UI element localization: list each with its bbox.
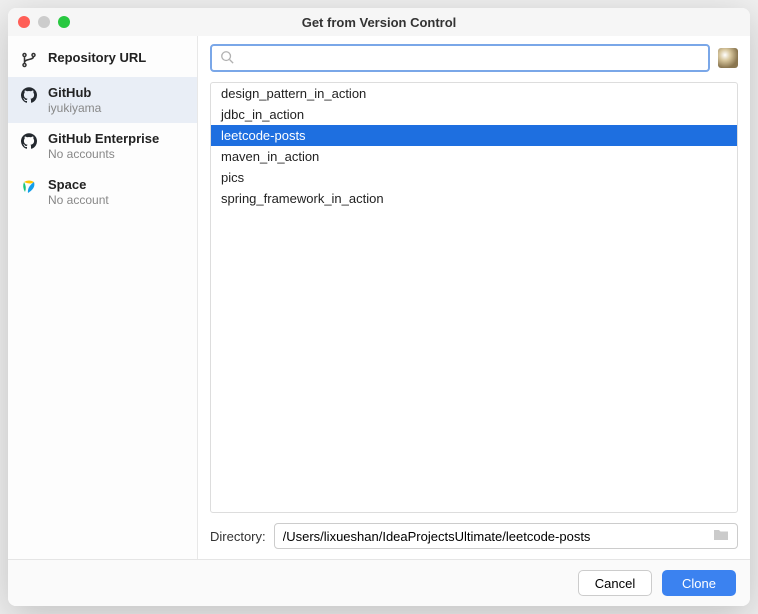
repository-list[interactable]: design_pattern_in_actionjdbc_in_actionle… [210, 82, 738, 513]
repo-item[interactable]: spring_framework_in_action [211, 188, 737, 209]
sidebar-item-space[interactable]: Space No account [8, 169, 197, 215]
sidebar-item-label: GitHub [48, 85, 101, 100]
search-row [210, 44, 738, 72]
sidebar-item-github-enterprise[interactable]: GitHub Enterprise No accounts [8, 123, 197, 169]
sidebar-item-label: Space [48, 177, 109, 192]
main-panel: design_pattern_in_actionjdbc_in_actionle… [198, 36, 750, 559]
branch-icon [20, 51, 38, 69]
sidebar-item-github[interactable]: GitHub iyukiyama [8, 77, 197, 123]
directory-input[interactable] [283, 529, 713, 544]
titlebar: Get from Version Control [8, 8, 750, 36]
sidebar-item-sublabel: No accounts [48, 147, 159, 161]
repo-item[interactable]: leetcode-posts [211, 125, 737, 146]
repo-item[interactable]: maven_in_action [211, 146, 737, 167]
account-avatar[interactable] [718, 48, 738, 68]
search-box[interactable] [210, 44, 710, 72]
directory-field[interactable] [274, 523, 738, 549]
vcs-clone-dialog: Get from Version Control Repository URL … [8, 8, 750, 606]
repo-item[interactable]: design_pattern_in_action [211, 83, 737, 104]
folder-icon[interactable] [713, 528, 729, 545]
directory-label: Directory: [210, 529, 266, 544]
github-icon [20, 132, 38, 150]
cancel-button[interactable]: Cancel [578, 570, 652, 596]
repo-item[interactable]: pics [211, 167, 737, 188]
dialog-title: Get from Version Control [8, 15, 750, 30]
repo-item[interactable]: jdbc_in_action [211, 104, 737, 125]
sidebar-item-sublabel: iyukiyama [48, 101, 101, 115]
dialog-footer: Cancel Clone [8, 559, 750, 606]
search-icon [220, 50, 234, 67]
clone-button[interactable]: Clone [662, 570, 736, 596]
sidebar: Repository URL GitHub iyukiyama GitHub E… [8, 36, 198, 559]
github-icon [20, 86, 38, 104]
dialog-body: Repository URL GitHub iyukiyama GitHub E… [8, 36, 750, 559]
sidebar-item-sublabel: No account [48, 193, 109, 207]
sidebar-item-label: GitHub Enterprise [48, 131, 159, 146]
directory-row: Directory: [210, 513, 738, 559]
sidebar-item-label: Repository URL [48, 50, 146, 65]
sidebar-item-repository-url[interactable]: Repository URL [8, 42, 197, 77]
space-icon [20, 178, 38, 196]
search-input[interactable] [240, 51, 700, 66]
